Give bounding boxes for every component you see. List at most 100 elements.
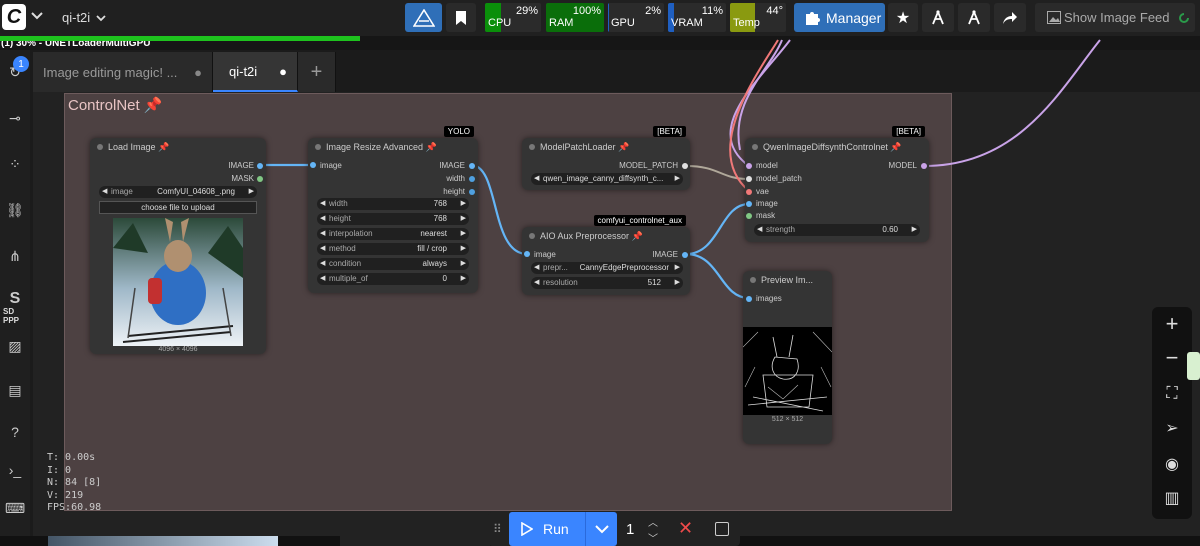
- queue-square-icon[interactable]: [715, 522, 729, 536]
- output-model-patch: MODEL_PATCH: [619, 161, 678, 170]
- run-button[interactable]: Run: [509, 512, 585, 546]
- output-model: MODEL: [888, 161, 917, 170]
- side-toggle-icon[interactable]: [1187, 352, 1200, 380]
- resolution-widget[interactable]: ◀ resolution 512 ▶: [531, 277, 683, 289]
- output-model-dot[interactable]: [921, 163, 927, 169]
- arrow-right-icon[interactable]: ▶: [249, 187, 254, 195]
- cancel-icon[interactable]: ✕: [678, 518, 693, 539]
- stat-nodes: N: 84 [8]: [47, 477, 102, 488]
- output-height-dot[interactable]: [469, 189, 475, 195]
- input-image: image: [534, 250, 556, 259]
- output-width-dot[interactable]: [469, 176, 475, 182]
- batch-count-input[interactable]: 1: [626, 521, 634, 538]
- output-image-dot[interactable]: [469, 163, 475, 169]
- pin-icon: 📌: [425, 142, 437, 152]
- stat-i: I: 0: [47, 464, 72, 476]
- drag-handle-icon[interactable]: ⠿: [493, 522, 502, 536]
- increment-icon[interactable]: ︿: [648, 514, 658, 529]
- node-load-image[interactable]: Load Image 📌 IMAGE MASK ◀ image ComfyUI_…: [90, 138, 266, 354]
- rabbit-image: [113, 218, 243, 346]
- input-mask: mask: [756, 211, 776, 220]
- node-badge: comfyui_controlnet_aux: [593, 215, 686, 226]
- canvas-toolbar: + − ⛶ ➢ ◉ ▥: [1152, 307, 1192, 519]
- input-vae-dot[interactable]: [746, 189, 752, 195]
- run-toolbar: ⠿ Run 1 ︿ ﹀ ✕: [488, 512, 740, 546]
- node-title: Load Image 📌: [90, 138, 266, 156]
- node-badge: YOLO: [443, 126, 474, 137]
- wire-aio-diffsynth: [685, 202, 750, 256]
- run-label: Run: [543, 521, 569, 537]
- condition-widget[interactable]: ◀ condition always ▶: [317, 258, 469, 270]
- input-model-patch-dot[interactable]: [746, 176, 752, 182]
- toggle-links-icon[interactable]: ◉: [1162, 454, 1182, 474]
- node-model-patch-loader[interactable]: [BETA] ModelPatchLoader 📌 MODEL_PATCH ◀ …: [522, 126, 690, 190]
- node-badge: [BETA]: [653, 126, 686, 137]
- input-image-dot[interactable]: [524, 251, 530, 257]
- stat-fps: FPS:60.98: [47, 502, 102, 513]
- interpolation-widget[interactable]: ◀ interpolation nearest ▶: [317, 228, 469, 240]
- output-image: IMAGE: [228, 161, 254, 170]
- multiple-of-widget[interactable]: ◀ multiple_of 0 ▶: [317, 273, 469, 285]
- node-title: Image Resize Advanced 📌: [308, 138, 478, 156]
- output-image: IMAGE: [439, 161, 465, 170]
- input-image: image: [756, 199, 778, 208]
- output-image-dot[interactable]: [257, 163, 263, 169]
- node-title: QwenImageDiffsynthControlnet 📌: [745, 138, 929, 156]
- node-image-resize-advanced[interactable]: YOLO Image Resize Advanced 📌 image IMAGE…: [308, 126, 478, 293]
- node-title: ModelPatchLoader 📌: [522, 138, 690, 156]
- input-model-dot[interactable]: [746, 163, 752, 169]
- input-images-dot[interactable]: [746, 296, 752, 302]
- pin-icon: 📌: [631, 231, 643, 241]
- zoom-out-icon[interactable]: −: [1162, 345, 1182, 370]
- pin-icon: 📌: [890, 142, 902, 152]
- pin-icon: 📌: [618, 142, 630, 152]
- upload-button[interactable]: choose file to upload: [99, 201, 257, 214]
- wire-resize-aio: [470, 163, 528, 256]
- patch-name-combo[interactable]: ◀ qwen_image_canny_diffsynth_c... ▶: [531, 173, 683, 185]
- stat-time: T: 0.00s: [47, 452, 96, 463]
- arrow-left-icon[interactable]: ◀: [102, 187, 107, 195]
- zoom-in-icon[interactable]: +: [1162, 311, 1182, 336]
- output-mask-dot[interactable]: [257, 176, 263, 182]
- decrement-icon[interactable]: ﹀: [648, 530, 658, 545]
- feed-thumb[interactable]: [48, 536, 278, 546]
- input-mask-dot[interactable]: [746, 213, 752, 219]
- pin-icon: 📌: [158, 142, 170, 152]
- output-image-dot[interactable]: [682, 252, 688, 258]
- run-mode-dropdown[interactable]: [585, 512, 617, 546]
- strength-widget[interactable]: ◀ strength 0.60 ▶: [754, 224, 920, 236]
- input-image: image: [320, 161, 342, 170]
- wire-patch: [685, 165, 750, 180]
- method-widget[interactable]: ◀ method fill / crop ▶: [317, 243, 469, 255]
- preview-size-label: 512 × 512: [771, 416, 804, 423]
- play-icon: [521, 522, 533, 536]
- input-image-dot[interactable]: [310, 162, 316, 168]
- node-preview-image[interactable]: Preview Im... images 512 × 512: [743, 271, 832, 444]
- input-model: model: [756, 161, 778, 170]
- height-widget[interactable]: ◀ height 768 ▶: [317, 213, 469, 225]
- output-model-patch-dot[interactable]: [682, 163, 688, 169]
- wire-aio-preview: [685, 252, 750, 300]
- width-widget[interactable]: ◀ width 768 ▶: [317, 198, 469, 210]
- preprocessor-combo[interactable]: ◀ prepr... CannyEdgePreprocessor ▶: [531, 262, 683, 274]
- input-images: images: [756, 294, 782, 303]
- canny-preview-image: [743, 327, 832, 415]
- node-badge: [BETA]: [892, 126, 925, 137]
- feed-thumb[interactable]: [340, 536, 490, 546]
- minimap-icon[interactable]: ▥: [1162, 488, 1182, 508]
- output-width: width: [446, 174, 465, 183]
- output-image: IMAGE: [652, 250, 678, 259]
- node-title: Preview Im...: [743, 271, 832, 289]
- fit-view-icon[interactable]: ⛶: [1162, 384, 1182, 404]
- image-combo[interactable]: ◀ image ComfyUI_04608_.png ▶: [99, 186, 257, 198]
- input-model-patch: model_patch: [756, 174, 802, 183]
- node-aio-aux-preprocessor[interactable]: comfyui_controlnet_aux AIO Aux Preproces…: [522, 215, 690, 295]
- node-title: AIO Aux Preprocessor 📌: [522, 227, 690, 245]
- select-mode-icon[interactable]: ➢: [1162, 418, 1182, 438]
- output-height: height: [443, 187, 465, 196]
- chevron-down-icon: [595, 525, 609, 534]
- input-image-dot[interactable]: [746, 201, 752, 207]
- stat-v: V: 219: [47, 489, 84, 501]
- node-qwen-diffsynth-controlnet[interactable]: [BETA] QwenImageDiffsynthControlnet 📌 mo…: [745, 126, 929, 242]
- wire-model-out: [923, 39, 1101, 167]
